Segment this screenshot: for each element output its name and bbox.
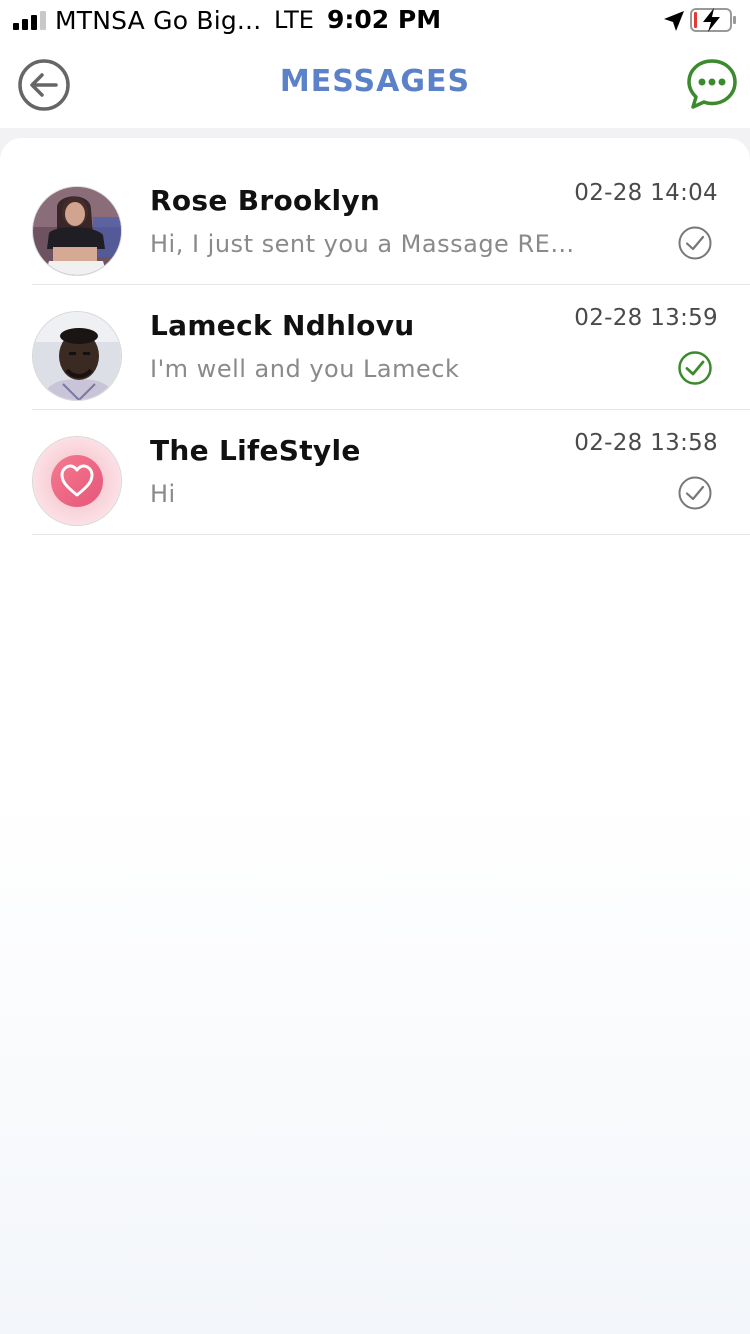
check-circle-icon (678, 476, 712, 510)
avatar (32, 436, 122, 526)
signal-bars-icon (13, 11, 46, 30)
message-preview: Hi, I just sent you a Massage REQ... (150, 230, 580, 258)
network-type: LTE (274, 6, 314, 34)
message-timestamp: 02-28 13:58 (574, 430, 718, 456)
conversation-item-lameck-ndhlovu[interactable]: Lameck Ndhlovu I'm well and you Lameck 0… (32, 285, 750, 410)
message-timestamp: 02-28 14:04 (574, 180, 718, 206)
conversation-item-rose-brooklyn[interactable]: Rose Brooklyn Hi, I just sent you a Mass… (32, 160, 750, 285)
conversation-item-the-lifestyle[interactable]: The LifeStyle Hi 02-28 13:58 (32, 410, 750, 535)
clock-time: 9:02 PM (327, 5, 442, 34)
avatar (32, 311, 122, 401)
contact-name: Lameck Ndhlovu (150, 309, 415, 342)
avatar (32, 186, 122, 276)
contact-name: Rose Brooklyn (150, 184, 381, 217)
check-circle-icon (678, 351, 712, 385)
conversation-panel: Rose Brooklyn Hi, I just sent you a Mass… (0, 138, 750, 1334)
contact-name: The LifeStyle (150, 434, 361, 467)
page-title: MESSAGES (279, 64, 471, 99)
message-timestamp: 02-28 13:59 (574, 305, 718, 331)
conversation-list: Rose Brooklyn Hi, I just sent you a Mass… (0, 160, 750, 535)
message-preview: I'm well and you Lameck (150, 355, 460, 383)
status-bar: MTNSA Go Big... LTE 9:02 PM (0, 0, 750, 42)
header-bar: MESSAGES (0, 42, 750, 128)
battery-charging-icon (690, 8, 736, 32)
chat-bubble-icon[interactable] (686, 58, 738, 110)
check-circle-icon (678, 226, 712, 260)
carrier-name: MTNSA Go Big... (55, 6, 262, 35)
message-preview: Hi (150, 480, 176, 508)
location-arrow-icon (664, 11, 684, 31)
